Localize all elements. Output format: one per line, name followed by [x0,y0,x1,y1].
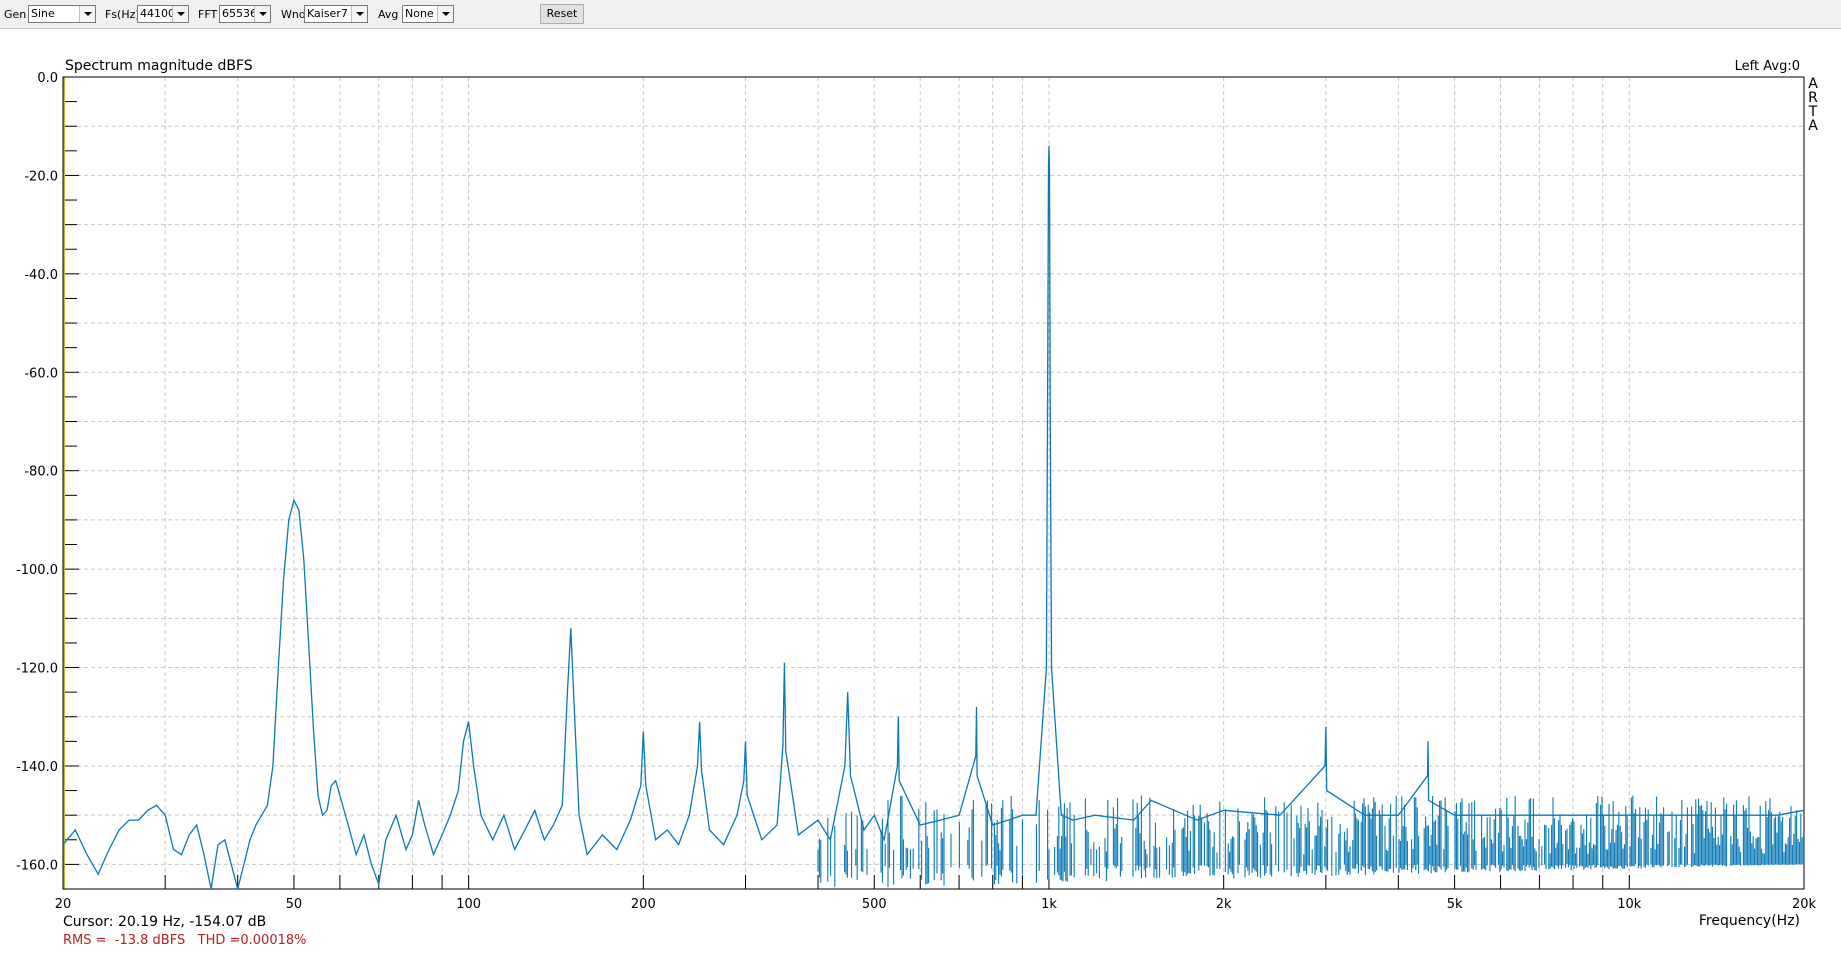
wnd-select[interactable]: Kaiser7 [304,5,368,23]
x-tick-label: 5k [1447,897,1463,912]
spectrum-trace [62,145,1805,890]
chevron-down-icon[interactable] [437,6,453,22]
chevron-down-icon[interactable] [79,6,95,22]
brand-letter-a2: A [1808,118,1818,134]
y-tick-label: -40.0 [24,268,58,283]
y-tick-label: -140.0 [16,760,58,775]
grid [63,77,1804,889]
gen-select[interactable]: Sine [28,5,96,23]
y-tick-label: -120.0 [16,662,58,677]
noise-floor [817,795,1805,888]
fft-select-value: 65536 [222,7,257,20]
fs-select[interactable]: 44100 [137,5,189,23]
x-axis-label: Frequency(Hz) [1699,913,1800,929]
cursor-readout: Cursor: 20.19 Hz, -154.07 dB [63,914,266,930]
chevron-down-icon[interactable] [172,6,188,22]
y-tick-label: -160.0 [16,858,58,873]
chevron-down-icon[interactable] [254,6,270,22]
x-tick-label: 200 [631,897,656,912]
arta-brand: A R T A [1808,76,1818,134]
x-tick-label: 10k [1617,897,1642,912]
chart-title: Spectrum magnitude dBFS [65,58,253,74]
rms-thd-readout: RMS = -13.8 dBFS THD =0.00018% [63,933,307,948]
gen-label: Gen [4,8,27,21]
y-tick-label: -80.0 [24,465,58,480]
noise-bars [817,795,1805,888]
x-tick-label: 50 [286,897,303,912]
x-tick-label: 1k [1041,897,1057,912]
y-minor-ticks [63,76,1630,890]
fft-label: FFT [198,8,218,21]
wnd-select-value: Kaiser7 [307,7,348,20]
avg-select-value: None [405,7,434,20]
gen-select-value: Sine [31,7,55,20]
x-tick-label: 100 [456,897,481,912]
x-tick-label: 500 [862,897,887,912]
y-tick-label: -100.0 [16,563,58,578]
fft-select[interactable]: 65536 [219,5,271,23]
x-tick-label: 20k [1792,897,1817,912]
y-tick-label: -60.0 [24,366,58,381]
wnd-label: Wnd [281,8,306,21]
y-tick-label: -20.0 [24,169,58,184]
plot-frame [62,76,1805,890]
avg-label: Avg [378,8,399,21]
x-tick-label: 2k [1216,897,1232,912]
spectrum-chart[interactable]: Spectrum magnitude dBFS Left Avg:0 A R T… [0,29,1841,954]
y-tick-labels: 0.0 -20.0 -40.0 -60.0 -80.0 -100.0 -120.0 -140.… [16,71,58,873]
avg-select[interactable]: None [402,5,454,23]
toolbar: Gen Sine Fs(Hz) 44100 FFT 65536 Wnd Kais… [0,0,1841,29]
x-tick-label: 20 [55,897,72,912]
x-tick-labels: 20 50 100 200 500 1k 2k 5k 10k 20k [55,897,1817,912]
y-tick-label: 0.0 [37,71,58,86]
chevron-down-icon[interactable] [351,6,367,22]
channel-avg-label: Left Avg:0 [1735,59,1800,74]
fs-label: Fs(Hz) [105,8,140,21]
fs-select-value: 44100 [140,7,175,20]
reset-button[interactable]: Reset [540,4,584,24]
